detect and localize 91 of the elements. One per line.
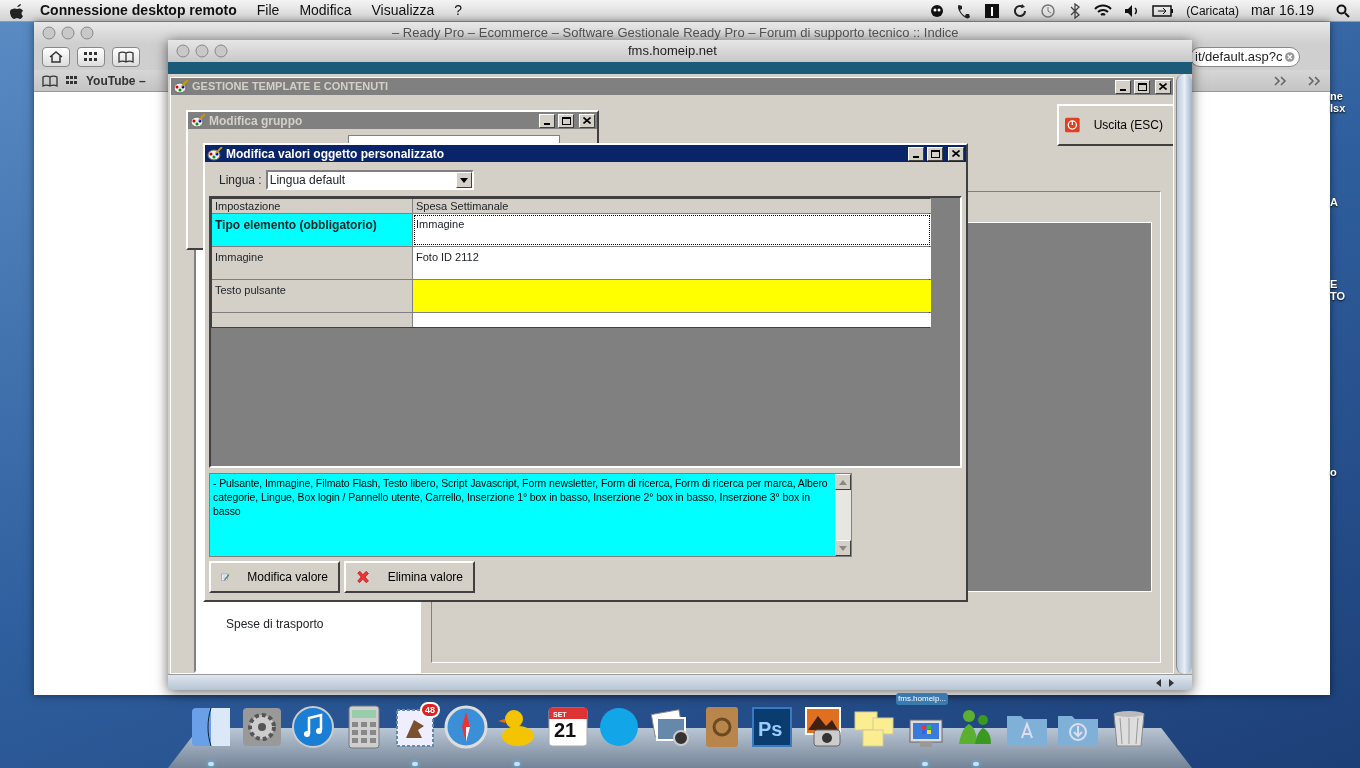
menu-item[interactable]: File <box>256 0 280 21</box>
minimize-button[interactable] <box>908 146 924 161</box>
grid-button[interactable] <box>77 47 105 67</box>
chevron-icon[interactable] <box>1274 75 1288 86</box>
book-icon <box>118 51 134 63</box>
exit-button[interactable]: Uscita (ESC) <box>1057 104 1173 146</box>
dropdown-arrow-icon <box>459 177 468 183</box>
maximize-icon <box>930 149 940 158</box>
apple-icon <box>10 2 24 19</box>
desktop-icon-label: o <box>1330 466 1337 478</box>
grid-icon[interactable] <box>66 75 78 86</box>
window-title: GESTIONE TEMPLATE E CONTENUTI <box>192 79 388 95</box>
alien-icon[interactable] <box>930 3 945 18</box>
table-cell[interactable]: Foto ID 2112 <box>413 247 931 279</box>
maximize-button[interactable] <box>1134 79 1150 94</box>
edit-button[interactable]: Modifica valore <box>209 561 340 593</box>
minimize-icon <box>544 122 550 125</box>
maximize-button[interactable] <box>558 113 574 128</box>
home-button[interactable] <box>42 47 70 67</box>
menu-item[interactable]: Modifica <box>299 0 352 21</box>
menu-item[interactable]: ? <box>454 0 463 21</box>
scroll-left-icon[interactable] <box>1154 677 1164 688</box>
table-cell: Testo pulsante <box>212 280 412 312</box>
maximize-button[interactable] <box>927 146 943 161</box>
table-cell[interactable]: Immagine <box>413 214 931 246</box>
sync-icon[interactable] <box>1012 2 1029 19</box>
battery-status: (Caricata) <box>1186 2 1239 20</box>
address-text: it/default.asp?c <box>1195 48 1283 67</box>
desktop-icon-label: A <box>1330 196 1338 208</box>
phone-icon[interactable] <box>956 2 973 19</box>
desktop-icon-label: lsx <box>1330 102 1346 114</box>
app-logo-text: Ps <box>758 717 783 742</box>
table-cell[interactable] <box>413 280 931 312</box>
compass-icon[interactable] <box>443 704 489 750</box>
column-header[interactable]: Impostazione <box>212 199 412 213</box>
close-icon <box>583 117 591 124</box>
palette-icon <box>173 79 189 94</box>
maximize-icon <box>561 116 571 125</box>
table-cell: Tipo elemento (obbligatorio) <box>212 214 412 246</box>
description-text: - Pulsante, Immagine, Filmato Flash, Testo libero, Script Javascript, Form newsletter, Form di ricerca, Form di ricerca per marca, Albero categorie, Lingue, Box login / Pannello utente, Carrello, Inserzione 1° box in basso, Inserzione 2° box in basso, Inserzione 3° box in basso <box>210 474 835 556</box>
table-cell: Immagine <box>212 247 412 279</box>
close-icon <box>952 150 960 157</box>
minimize-button[interactable] <box>539 113 555 128</box>
palette-icon <box>207 146 223 161</box>
tree-item[interactable]: Spese di trasporto <box>226 615 419 633</box>
scrollbar[interactable] <box>168 674 1192 690</box>
table-cell[interactable] <box>413 313 931 327</box>
window-title: fms.homeip.net <box>628 42 717 61</box>
window-thumbnail-label: fms.homeip... <box>896 693 948 705</box>
window-title: Modifica valori oggetto personalizzato <box>226 145 445 163</box>
window-title: Modifica gruppo <box>209 112 303 130</box>
music-disc-icon[interactable] <box>290 704 336 750</box>
column-header[interactable]: Spesa Settimanale <box>413 199 931 213</box>
clock-icon[interactable] <box>1040 2 1057 19</box>
app-name: Connessione desktop remoto <box>40 1 237 20</box>
desktop-icon-label: E <box>1330 278 1338 290</box>
calendar-icon[interactable] <box>545 704 591 750</box>
field-label: Lingua : <box>219 172 262 189</box>
wifi-icon[interactable] <box>1094 3 1113 18</box>
home-icon <box>49 51 63 63</box>
delete-button[interactable]: Elimina valore <box>344 561 475 593</box>
minimize-button[interactable] <box>1115 79 1131 94</box>
minimize-icon <box>913 155 919 158</box>
close-icon <box>1159 83 1167 90</box>
language-dropdown[interactable]: Lingua default <box>265 170 474 190</box>
menu-item[interactable]: Visualizza <box>371 0 435 21</box>
minimize-icon <box>1120 88 1126 91</box>
address-field[interactable]: it/default.asp?c <box>1190 47 1300 67</box>
calendar-day: 21 <box>554 719 577 741</box>
ps-logo-icon[interactable] <box>749 704 795 750</box>
search-icon[interactable] <box>1336 3 1350 18</box>
chevron-icon[interactable] <box>1308 75 1322 86</box>
maximize-icon <box>1137 82 1147 91</box>
clear-icon[interactable] <box>1285 51 1295 63</box>
clock[interactable]: mar 16.19 <box>1250 0 1314 21</box>
close-button[interactable] <box>948 146 964 161</box>
bookmark-link[interactable]: YouTube – <box>86 71 146 90</box>
book-icon[interactable] <box>42 74 58 87</box>
notification-badge: 48 <box>420 702 440 718</box>
palette-icon <box>190 113 206 128</box>
bookmarks-button[interactable] <box>112 47 140 67</box>
close-button[interactable] <box>1155 79 1171 94</box>
window-title: – Ready Pro – Ecommerce – Software Gestionale Ready Pro – Forum di supporto tecnico :: Indice <box>392 24 959 43</box>
desktop-icon-label: ne <box>1330 90 1343 102</box>
scroll-right-icon[interactable] <box>1166 677 1176 688</box>
desktop-icon-label: TO <box>1330 290 1346 302</box>
grid-icon <box>84 52 98 62</box>
power-icon <box>1065 116 1080 134</box>
scrollbar[interactable] <box>1176 74 1192 674</box>
close-button[interactable] <box>579 113 595 128</box>
battery-icon[interactable] <box>1152 4 1175 17</box>
